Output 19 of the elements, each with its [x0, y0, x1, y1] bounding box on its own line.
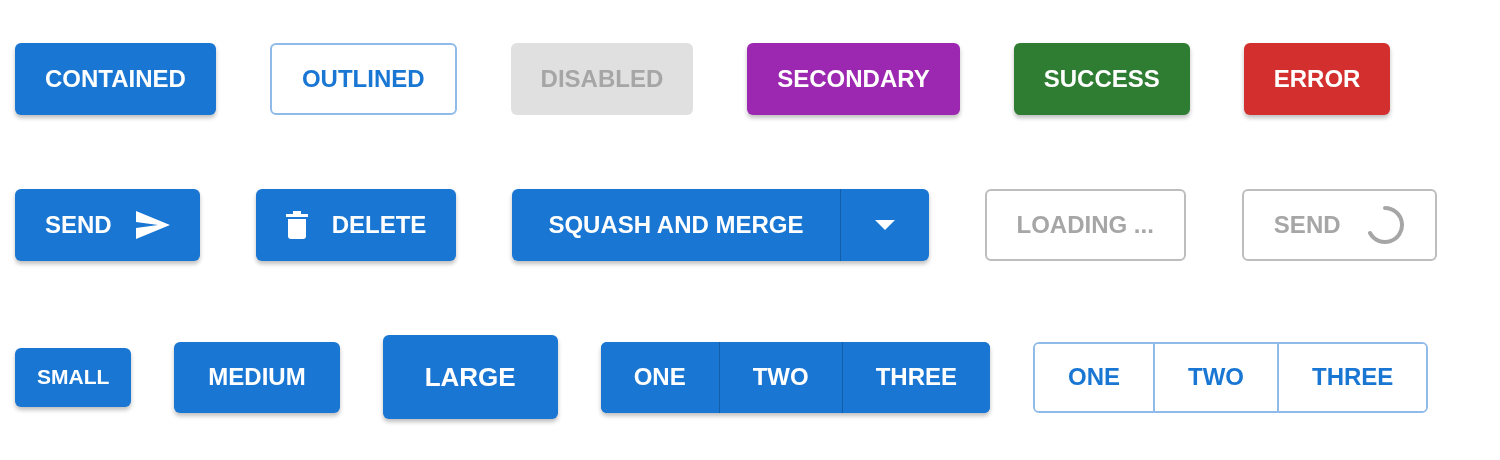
button[interactable]: SUCCESS [1013, 43, 1190, 115]
delete-button[interactable]: DELETE [255, 189, 457, 261]
trash-icon [285, 211, 308, 239]
group-button[interactable]: TWO [719, 341, 843, 413]
button[interactable]: MEDIUM [174, 341, 340, 413]
button[interactable]: OUTLINED [269, 43, 457, 115]
button[interactable]: LARGE [382, 335, 558, 419]
dropdown-button[interactable] [840, 189, 929, 261]
button[interactable]: SMALL [15, 347, 132, 407]
send-button[interactable]: SEND [15, 189, 200, 261]
button[interactable]: ERROR [1243, 43, 1391, 115]
merge-button[interactable]: SQUASH AND MERGE [512, 189, 841, 261]
caret-icon [874, 220, 895, 230]
send-icon [135, 211, 170, 239]
group-button[interactable]: THREE [842, 341, 990, 413]
button[interactable]: SECONDARY [747, 43, 960, 115]
button[interactable]: CONTAINED [15, 43, 216, 115]
group-button[interactable]: ONE [1035, 343, 1155, 411]
group-button[interactable]: ONE [600, 341, 720, 413]
